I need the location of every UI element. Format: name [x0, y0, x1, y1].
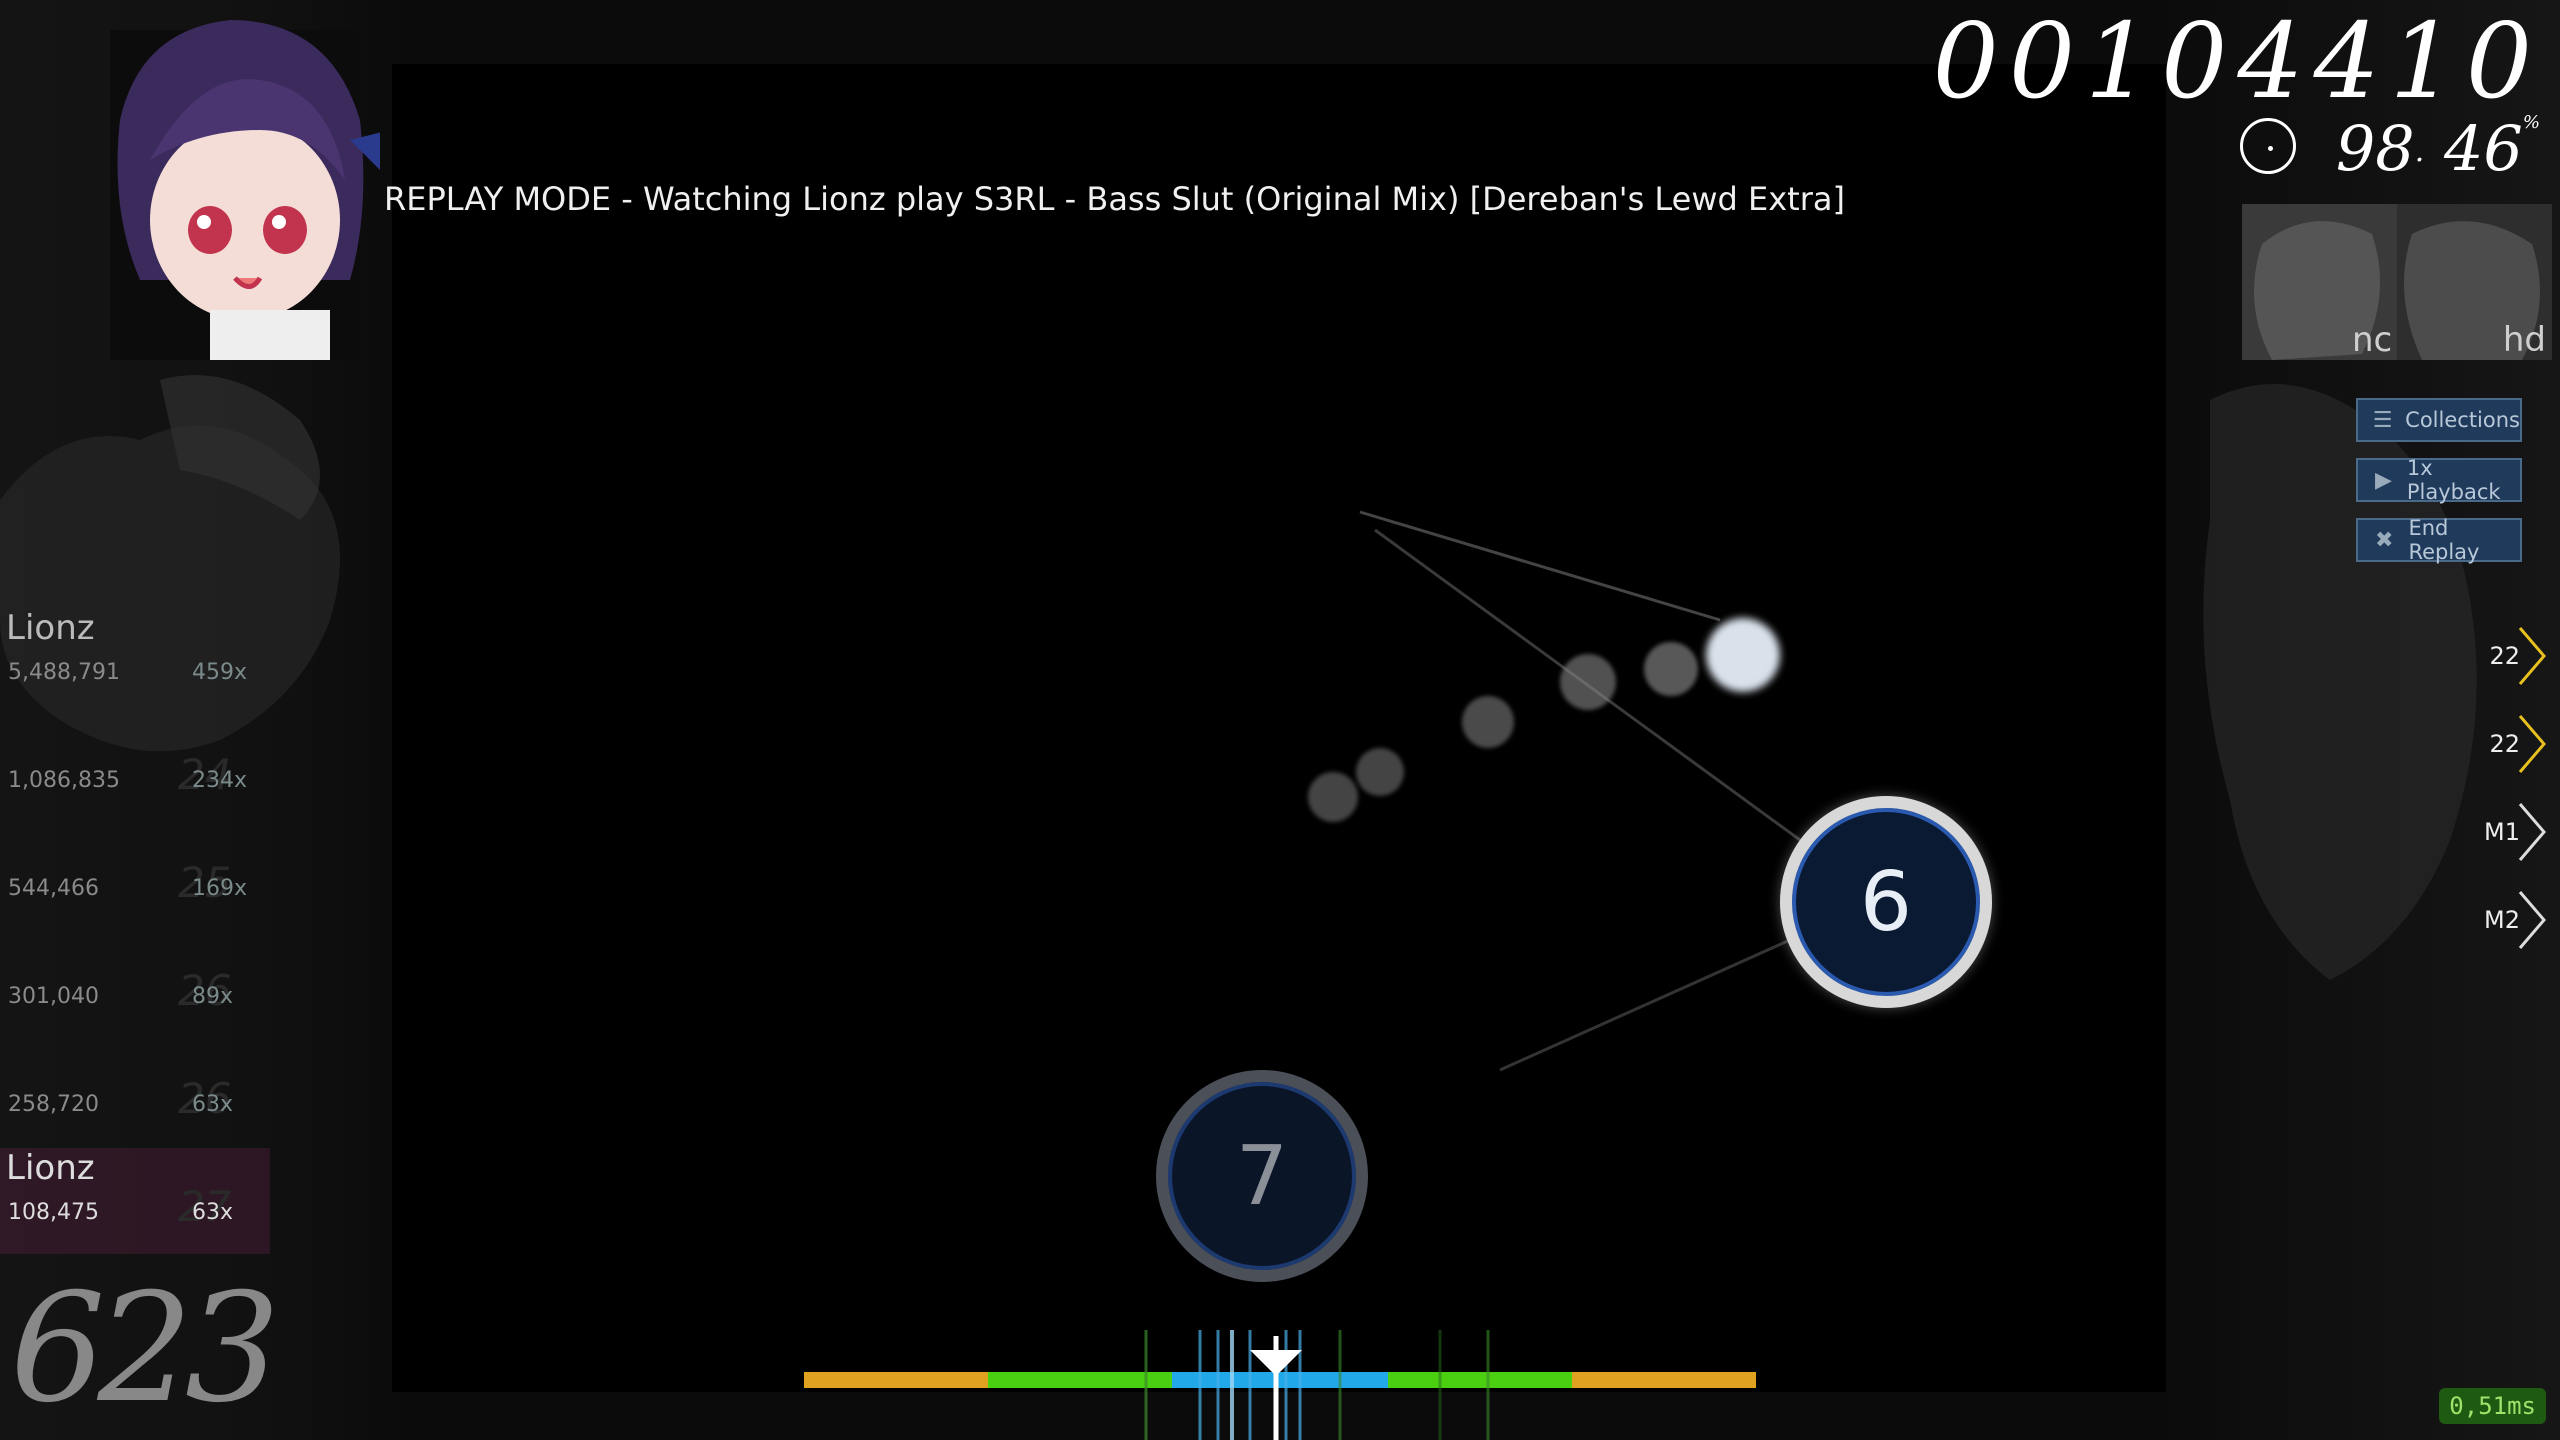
hit-error-marker-icon — [1250, 1350, 1302, 1376]
hit-circle-7[interactable]: 7 — [1156, 1070, 1368, 1282]
hit-error-meh-left — [804, 1372, 988, 1388]
hit-error-ticks — [1144, 1330, 1490, 1440]
hit-circle-number: 7 — [1235, 1128, 1289, 1224]
cursor-trail — [1308, 772, 1358, 822]
cursor — [1706, 618, 1780, 692]
hit-circle-6[interactable]: 6 — [1780, 796, 1992, 1008]
cursor-trail — [1356, 748, 1404, 796]
cursor-trail — [1644, 642, 1698, 696]
hit-error-meh-right — [1572, 1372, 1756, 1388]
hit-circle-number: 6 — [1859, 854, 1913, 950]
cursor-trail — [1560, 654, 1616, 710]
cursor-trail — [1462, 696, 1514, 748]
frame-time-counter: 0,51ms — [2439, 1388, 2546, 1424]
